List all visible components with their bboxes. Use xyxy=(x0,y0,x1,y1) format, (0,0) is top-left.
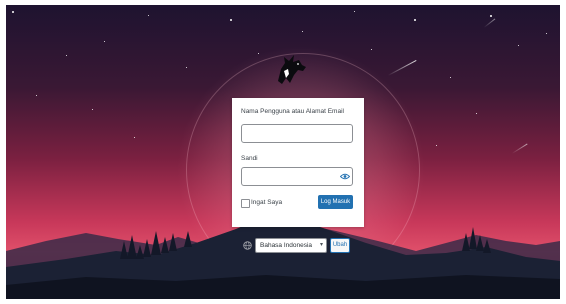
username-input[interactable] xyxy=(241,124,353,143)
language-select-value: Bahasa Indonesia xyxy=(260,242,313,249)
login-form: Nama Pengguna atau Alamat Email Sandi In… xyxy=(232,98,364,227)
eye-icon[interactable] xyxy=(340,173,350,180)
change-language-button[interactable]: Ubah xyxy=(330,238,350,253)
login-button[interactable]: Log Masuk xyxy=(318,195,353,209)
language-select[interactable]: Bahasa Indonesia ▾ xyxy=(255,238,327,253)
chevron-down-icon: ▾ xyxy=(319,242,323,248)
globe-icon xyxy=(243,241,252,250)
username-label: Nama Pengguna atau Alamat Email xyxy=(241,108,344,115)
password-input[interactable] xyxy=(241,167,353,186)
password-label: Sandi xyxy=(241,155,258,162)
goat-logo xyxy=(278,55,306,84)
remember-me-checkbox[interactable] xyxy=(241,199,250,208)
remember-me-label: Ingat Saya xyxy=(251,199,283,206)
login-background: Nama Pengguna atau Alamat Email Sandi In… xyxy=(6,5,560,299)
